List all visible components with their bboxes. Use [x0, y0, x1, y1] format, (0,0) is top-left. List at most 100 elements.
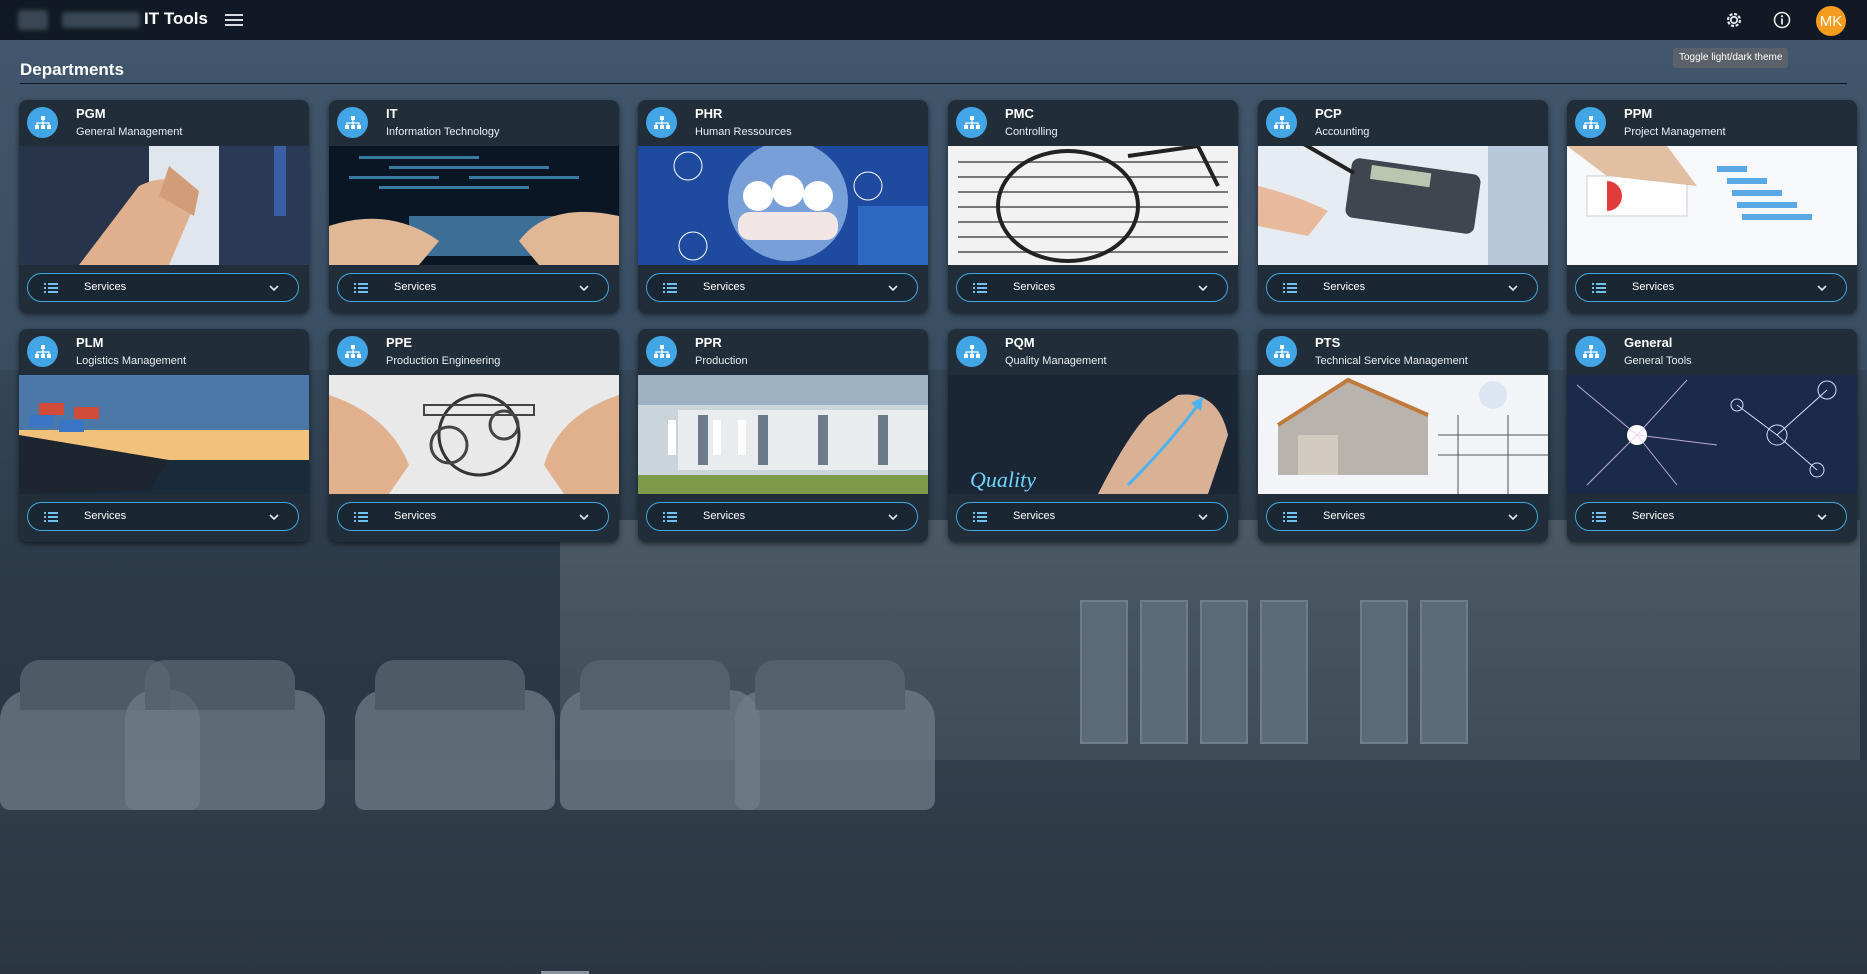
- svg-text:Quality: Quality: [970, 467, 1036, 492]
- hamburger-menu-icon[interactable]: [225, 11, 243, 29]
- list-icon: [354, 512, 368, 522]
- department-name: Human Ressources: [695, 126, 792, 138]
- building-window: [1200, 600, 1248, 744]
- chevron-down-icon: [888, 514, 898, 521]
- department-image[interactable]: [329, 146, 619, 265]
- sitemap-icon: [646, 107, 677, 138]
- chevron-down-icon: [1817, 285, 1827, 292]
- list-icon: [354, 283, 368, 293]
- department-image[interactable]: Quality: [948, 375, 1238, 494]
- sitemap-icon: [27, 336, 58, 367]
- services-label: Services: [1013, 510, 1056, 522]
- building-window: [1080, 600, 1128, 744]
- department-code: PMC: [1005, 106, 1034, 121]
- services-dropdown-button[interactable]: Services: [27, 502, 299, 531]
- department-code: PHR: [695, 106, 723, 121]
- services-label: Services: [703, 281, 746, 293]
- user-avatar[interactable]: MK: [1816, 6, 1846, 36]
- building-window: [1360, 600, 1408, 744]
- list-icon: [1283, 512, 1297, 522]
- services-dropdown-button[interactable]: Services: [956, 502, 1228, 531]
- title-divider: [20, 83, 1847, 84]
- info-icon[interactable]: [1772, 10, 1792, 30]
- services-dropdown-button[interactable]: Services: [1575, 502, 1847, 531]
- department-image[interactable]: [1258, 375, 1548, 494]
- services-dropdown-button[interactable]: Services: [337, 502, 609, 531]
- sitemap-icon: [1575, 107, 1606, 138]
- sitemap-icon: [956, 107, 987, 138]
- department-image[interactable]: [1258, 146, 1548, 265]
- card-header: PTS Technical Service Management: [1258, 329, 1548, 375]
- department-card-pgm[interactable]: PGM General Management Services: [19, 100, 309, 313]
- services-dropdown-button[interactable]: Services: [646, 273, 918, 302]
- list-icon: [973, 512, 987, 522]
- company-logo: [18, 10, 48, 30]
- sitemap-icon: [646, 336, 677, 367]
- services-label: Services: [394, 510, 437, 522]
- chevron-down-icon: [1198, 514, 1208, 521]
- gear-icon[interactable]: [1724, 10, 1744, 30]
- department-card-ppr[interactable]: PPR Production Services: [638, 329, 928, 542]
- sitemap-icon: [337, 336, 368, 367]
- department-card-general[interactable]: General General Tools Services: [1567, 329, 1857, 542]
- department-image[interactable]: [19, 375, 309, 494]
- sitemap-icon: [956, 336, 987, 367]
- services-dropdown-button[interactable]: Services: [27, 273, 299, 302]
- department-image[interactable]: [19, 146, 309, 265]
- sitemap-icon: [1266, 107, 1297, 138]
- department-card-ppe[interactable]: PPE Production Engineering Services: [329, 329, 619, 542]
- department-code: PGM: [76, 106, 106, 121]
- card-header: PQM Quality Management: [948, 329, 1238, 375]
- chevron-down-icon: [1508, 514, 1518, 521]
- department-image[interactable]: [638, 375, 928, 494]
- department-code: PQM: [1005, 335, 1035, 350]
- building-window: [1260, 600, 1308, 744]
- department-card-ppm[interactable]: PPM Project Management Services: [1567, 100, 1857, 313]
- services-dropdown-button[interactable]: Services: [956, 273, 1228, 302]
- sitemap-icon: [1575, 336, 1606, 367]
- services-label: Services: [394, 281, 437, 293]
- department-card-pqm[interactable]: PQM Quality Management Quality Services: [948, 329, 1238, 542]
- building-window: [1420, 600, 1468, 744]
- card-header: PPM Project Management: [1567, 100, 1857, 146]
- department-image[interactable]: [638, 146, 928, 265]
- sitemap-icon: [337, 107, 368, 138]
- services-dropdown-button[interactable]: Services: [1266, 502, 1538, 531]
- department-code: PPM: [1624, 106, 1653, 121]
- card-header: IT Information Technology: [329, 100, 619, 146]
- background-car: [560, 660, 760, 810]
- department-code: PTS: [1315, 335, 1341, 350]
- services-label: Services: [1632, 281, 1675, 293]
- department-image[interactable]: [329, 375, 619, 494]
- department-name: Information Technology: [386, 126, 500, 138]
- department-name: Technical Service Management: [1315, 355, 1468, 367]
- chevron-down-icon: [1817, 514, 1827, 521]
- department-name: Quality Management: [1005, 355, 1107, 367]
- services-label: Services: [703, 510, 746, 522]
- department-card-phr[interactable]: PHR Human Ressources Services: [638, 100, 928, 313]
- services-label: Services: [1323, 281, 1366, 293]
- department-card-pmc[interactable]: PMC Controlling Services: [948, 100, 1238, 313]
- services-dropdown-button[interactable]: Services: [1266, 273, 1538, 302]
- department-name: Production Engineering: [386, 355, 501, 367]
- department-name: General Management: [76, 126, 183, 138]
- chevron-down-icon: [269, 514, 279, 521]
- chevron-down-icon: [1198, 285, 1208, 292]
- department-image[interactable]: [1567, 146, 1857, 265]
- department-image[interactable]: [948, 146, 1238, 265]
- chevron-down-icon: [579, 514, 589, 521]
- services-dropdown-button[interactable]: Services: [646, 502, 918, 531]
- services-dropdown-button[interactable]: Services: [337, 273, 609, 302]
- department-name: Accounting: [1315, 126, 1370, 138]
- department-card-plm[interactable]: PLM Logistics Management Services: [19, 329, 309, 542]
- department-card-pts[interactable]: PTS Technical Service Management Service…: [1258, 329, 1548, 542]
- department-card-pcp[interactable]: PCP Accounting Services: [1258, 100, 1548, 313]
- list-icon: [1592, 283, 1606, 293]
- department-image[interactable]: [1567, 375, 1857, 494]
- department-card-it[interactable]: IT Information Technology Services: [329, 100, 619, 313]
- services-dropdown-button[interactable]: Services: [1575, 273, 1847, 302]
- department-code: IT: [386, 106, 398, 121]
- services-label: Services: [1632, 510, 1675, 522]
- card-header: PPR Production: [638, 329, 928, 375]
- department-name: Controlling: [1005, 126, 1058, 138]
